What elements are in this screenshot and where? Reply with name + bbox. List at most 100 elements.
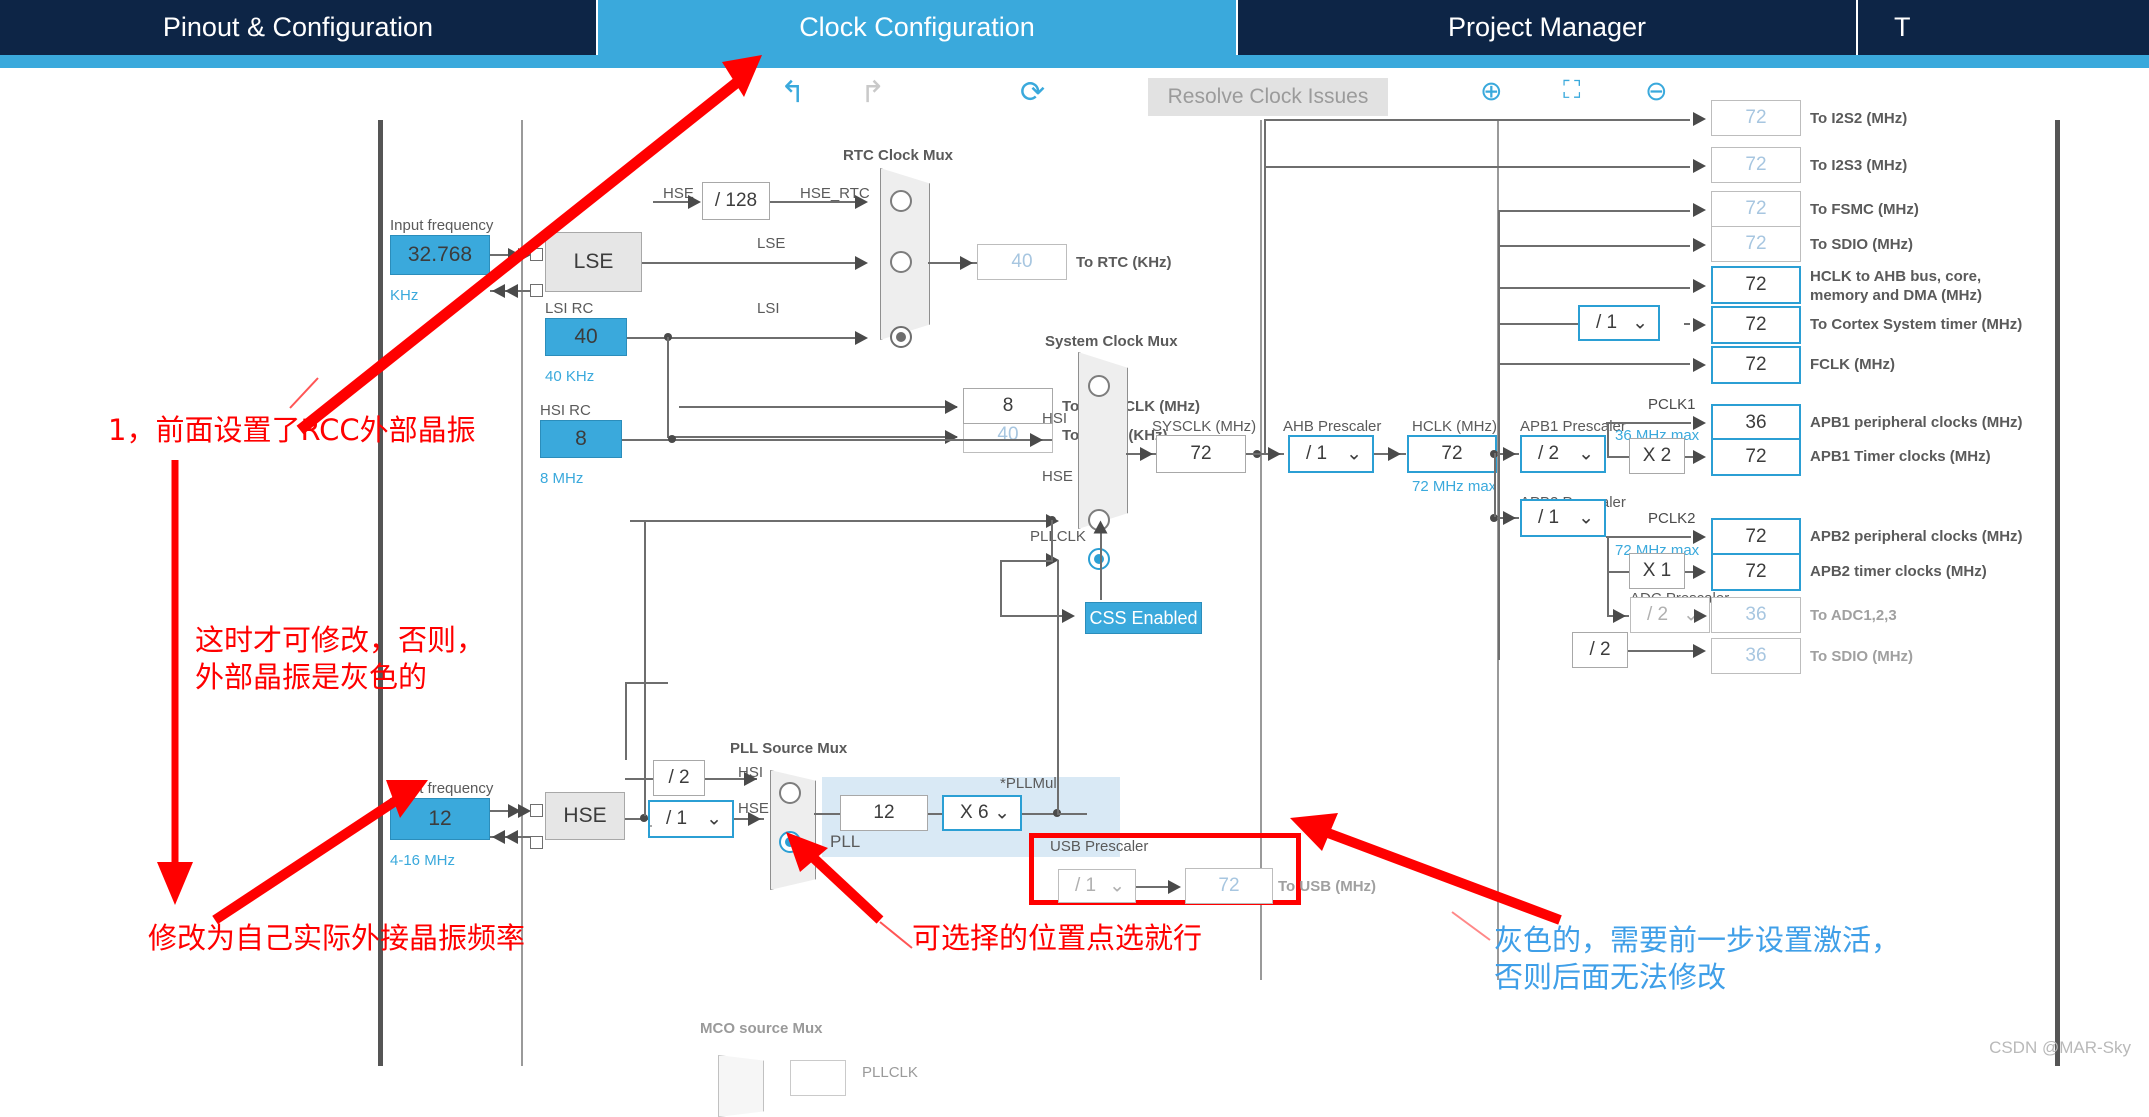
output-label-7: APB1 peripheral clocks (MHz) bbox=[1810, 414, 2023, 431]
wire bbox=[1051, 520, 1053, 562]
wire bbox=[622, 439, 1052, 441]
css-enabled-badge[interactable]: CSS Enabled bbox=[1085, 602, 1202, 634]
spacer bbox=[650, 825, 652, 827]
tab-pinout-configuration[interactable]: Pinout & Configuration bbox=[0, 0, 598, 55]
watermark: CSDN @MAR-Sky bbox=[1989, 1038, 2131, 1057]
tab-clock-configuration[interactable]: Clock Configuration bbox=[598, 0, 1238, 55]
output-label-5: To Cortex System timer (MHz) bbox=[1810, 316, 2023, 333]
wire bbox=[1607, 456, 1629, 458]
redo-icon[interactable]: ↱ bbox=[860, 78, 885, 108]
wire-arrow bbox=[492, 284, 505, 298]
sys-mux-option-pllclk-selected[interactable] bbox=[1088, 548, 1110, 570]
hclk-bus bbox=[1264, 119, 1266, 454]
pllmul-select[interactable]: X 6 ⌄ bbox=[942, 795, 1022, 831]
ahb-prescaler-title: AHB Prescaler bbox=[1283, 418, 1382, 435]
mco-source-mux[interactable] bbox=[718, 1055, 764, 1117]
hse-input-frequency-field[interactable]: 12 bbox=[390, 798, 490, 840]
undo-icon[interactable]: ↰ bbox=[780, 78, 805, 108]
apb2-timer-multiplier: X 1 bbox=[1629, 553, 1685, 589]
wire bbox=[625, 682, 668, 684]
wire bbox=[667, 436, 957, 438]
wire bbox=[630, 520, 1055, 522]
hclk-title: HCLK (MHz) bbox=[1412, 418, 1497, 435]
output-value-9: 72 bbox=[1711, 518, 1801, 556]
wire bbox=[1606, 422, 1691, 424]
pclk1-label: PCLK1 bbox=[1648, 396, 1696, 413]
reset-icon[interactable]: ⟳ bbox=[1020, 78, 1045, 108]
pllmul-label: *PLLMul bbox=[1000, 775, 1057, 792]
lse-input-frequency-field[interactable]: 32.768 bbox=[390, 235, 490, 275]
lsi-rc-unit: 40 KHz bbox=[545, 368, 595, 385]
sysclk-title: SYSCLK (MHz) bbox=[1152, 418, 1257, 435]
wire bbox=[1684, 323, 1690, 325]
wire bbox=[625, 778, 653, 780]
apb2-prescaler-value: / 1 bbox=[1538, 507, 1560, 528]
output-value-6: 72 bbox=[1711, 346, 1801, 384]
ahb-prescaler-select[interactable]: / 1 ⌄ bbox=[1288, 435, 1374, 473]
wire-arrow bbox=[1093, 520, 1108, 534]
wire bbox=[1057, 560, 1059, 813]
hse-prescaler-select[interactable]: / 1 ⌄ bbox=[648, 800, 734, 838]
chevron-down-icon: ⌄ bbox=[1578, 507, 1594, 529]
wire-arrow bbox=[1693, 416, 1706, 430]
tab-project-manager[interactable]: Project Manager bbox=[1238, 0, 1858, 55]
adc-prescaler-value: / 2 bbox=[1647, 604, 1669, 625]
wire bbox=[1607, 571, 1629, 573]
wire bbox=[1057, 813, 1087, 815]
apb1-prescaler-select[interactable]: / 2 ⌄ bbox=[1520, 435, 1606, 473]
wire-arrow bbox=[1140, 447, 1153, 461]
output-value-1: 72 bbox=[1711, 147, 1801, 183]
tab-label: Pinout & Configuration bbox=[162, 12, 434, 42]
apb2-prescaler-select[interactable]: / 1 ⌄ bbox=[1520, 499, 1606, 537]
zoom-in-icon[interactable]: ⊕ bbox=[1480, 78, 1503, 105]
chevron-down-icon: ⌄ bbox=[994, 802, 1010, 824]
output-label-8: APB1 Timer clocks (MHz) bbox=[1810, 448, 1991, 465]
wire-arrow bbox=[1030, 433, 1043, 447]
ahb-prescaler-value: / 1 bbox=[1306, 443, 1328, 464]
pll-input-value: 12 bbox=[840, 795, 928, 831]
rtc-mux-option-lse[interactable] bbox=[890, 251, 912, 273]
rtc-mux-input-lsi-label: LSI bbox=[757, 300, 780, 317]
usb-prescaler-select[interactable]: / 1 ⌄ bbox=[1058, 869, 1136, 903]
wire-arrow bbox=[945, 400, 958, 414]
resolve-clock-issues-button[interactable]: Resolve Clock Issues bbox=[1148, 78, 1388, 116]
chevron-down-icon: ⌄ bbox=[1346, 443, 1362, 465]
lse-source-box[interactable]: LSE bbox=[545, 232, 642, 292]
pll-mux-option-hsi[interactable] bbox=[779, 782, 801, 804]
hse-source-box[interactable]: HSE bbox=[545, 792, 625, 840]
tab-underline bbox=[0, 55, 2149, 68]
cortex-timer-prescaler-select[interactable]: / 1 ⌄ bbox=[1578, 305, 1660, 341]
wire bbox=[679, 406, 957, 408]
tab-tools[interactable]: T bbox=[1858, 0, 2147, 55]
apb1-timer-multiplier: X 2 bbox=[1629, 438, 1685, 474]
hse-input-frequency-label: Input frequency bbox=[390, 780, 494, 797]
wire bbox=[1498, 210, 1690, 212]
output-label-1: To I2S3 (MHz) bbox=[1810, 157, 1908, 174]
tab-label: Clock Configuration bbox=[799, 12, 1035, 42]
annotation-2: 这时才可修改，否则， 外部晶振是灰色的 bbox=[195, 623, 486, 695]
wire bbox=[1606, 536, 1691, 538]
rtc-mux-option-hse-rtc[interactable] bbox=[890, 190, 912, 212]
fit-to-screen-icon[interactable]: ⛶ bbox=[1563, 78, 1581, 103]
tab-bar: Pinout & Configuration Clock Configurati… bbox=[0, 0, 2149, 55]
lse-unit-label: KHz bbox=[390, 287, 419, 304]
annotation-4: 可选择的位置点选就行 bbox=[912, 921, 1203, 955]
hsi-rc-unit: 8 MHz bbox=[540, 470, 584, 487]
wire bbox=[1000, 615, 1070, 617]
usb-prescaler-title: USB Prescaler bbox=[1050, 838, 1149, 855]
wire-arrow bbox=[505, 830, 518, 844]
chevron-down-icon: ⌄ bbox=[1578, 443, 1594, 465]
zoom-out-icon[interactable]: ⊖ bbox=[1645, 78, 1668, 105]
wire-arrow bbox=[1693, 565, 1706, 579]
wire-arrow bbox=[1388, 447, 1401, 461]
annotation-5: 灰色的，需要前一步设置激活， 否则后面无法修改 bbox=[1494, 923, 1901, 995]
output-label-11: To ADC1,2,3 bbox=[1810, 607, 1897, 624]
wire bbox=[1498, 287, 1690, 289]
sys-mux-option-hsi[interactable] bbox=[1088, 375, 1110, 397]
rtc-mux-option-lsi-selected[interactable] bbox=[890, 326, 912, 348]
pll-mux-option-hse-selected[interactable] bbox=[779, 831, 801, 853]
wire bbox=[1100, 525, 1102, 600]
hse-pin-in bbox=[530, 804, 543, 817]
wire-arrow bbox=[945, 430, 958, 444]
hclk-bus-2 bbox=[1498, 210, 1500, 660]
